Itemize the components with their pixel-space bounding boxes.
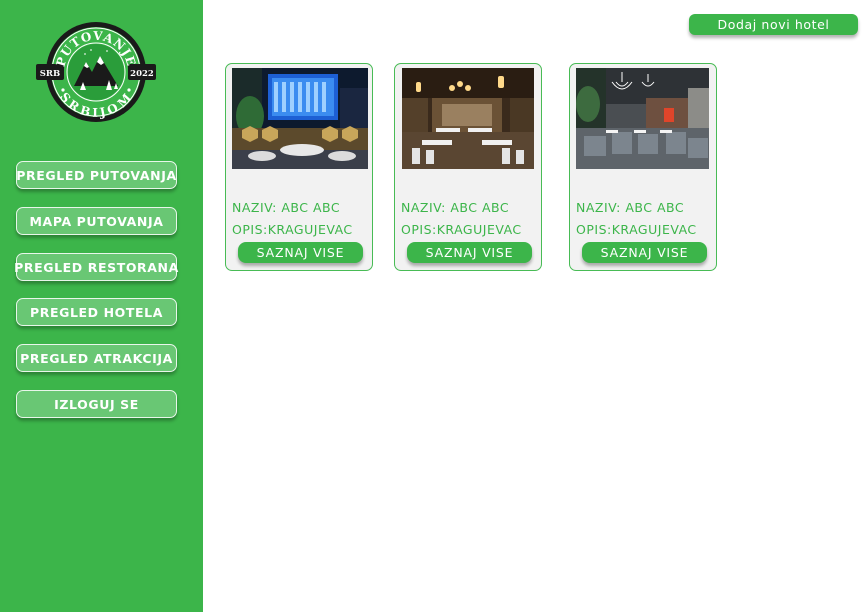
hotel-photo[interactable] [402,68,534,169]
sidebar-item-pregled-restorana[interactable]: PREGLED RESTORANA [14,253,178,281]
hotel-description: OPIS:KRAGUJEVAC [401,222,522,237]
hotel-description: OPIS:KRAGUJEVAC [576,222,697,237]
sidebar-item-pregled-putovanja[interactable]: PREGLED PUTOVANJA [16,161,177,189]
sidebar-item-pregled-atrakcija[interactable]: PREGLED ATRAKCIJA [16,344,177,372]
hotel-card: NAZIV: ABC ABC OPIS:KRAGUJEVAC SAZNAJ VI… [569,63,717,271]
logo-left-badge: SRB [40,69,60,79]
hotel-name: NAZIV: ABC ABC [576,200,685,215]
logo-right-badge: 2022 [130,69,154,79]
learn-more-button[interactable]: SAZNAJ VISE [407,242,532,263]
hotel-card: NAZIV: ABC ABC OPIS:KRAGUJEVAC SAZNAJ VI… [394,63,542,271]
hotel-description: OPIS:KRAGUJEVAC [232,222,353,237]
logout-button[interactable]: IZLOGUJ SE [16,390,177,418]
hotel-card: NAZIV: ABC ABC OPIS:KRAGUJEVAC SAZNAJ VI… [225,63,373,271]
app: SRB 2022 PUTOVANJE SRBIJOM PREGLED PUTOV… [0,0,867,612]
add-hotel-button[interactable]: Dodaj novi hotel [689,14,858,35]
sidebar-item-mapa-putovanja[interactable]: MAPA PUTOVANJA [16,207,177,235]
sidebar: SRB 2022 PUTOVANJE SRBIJOM PREGLED PUTOV… [0,0,203,612]
hotel-name: NAZIV: ABC ABC [401,200,510,215]
hotel-photo[interactable] [576,68,709,169]
learn-more-button[interactable]: SAZNAJ VISE [582,242,707,263]
hotel-photo[interactable] [232,68,368,169]
sidebar-item-pregled-hotela[interactable]: PREGLED HOTELA [16,298,177,326]
putovanje-srbijom-logo[interactable]: SRB 2022 PUTOVANJE SRBIJOM [36,20,156,124]
hotel-name: NAZIV: ABC ABC [232,200,341,215]
learn-more-button[interactable]: SAZNAJ VISE [238,242,363,263]
